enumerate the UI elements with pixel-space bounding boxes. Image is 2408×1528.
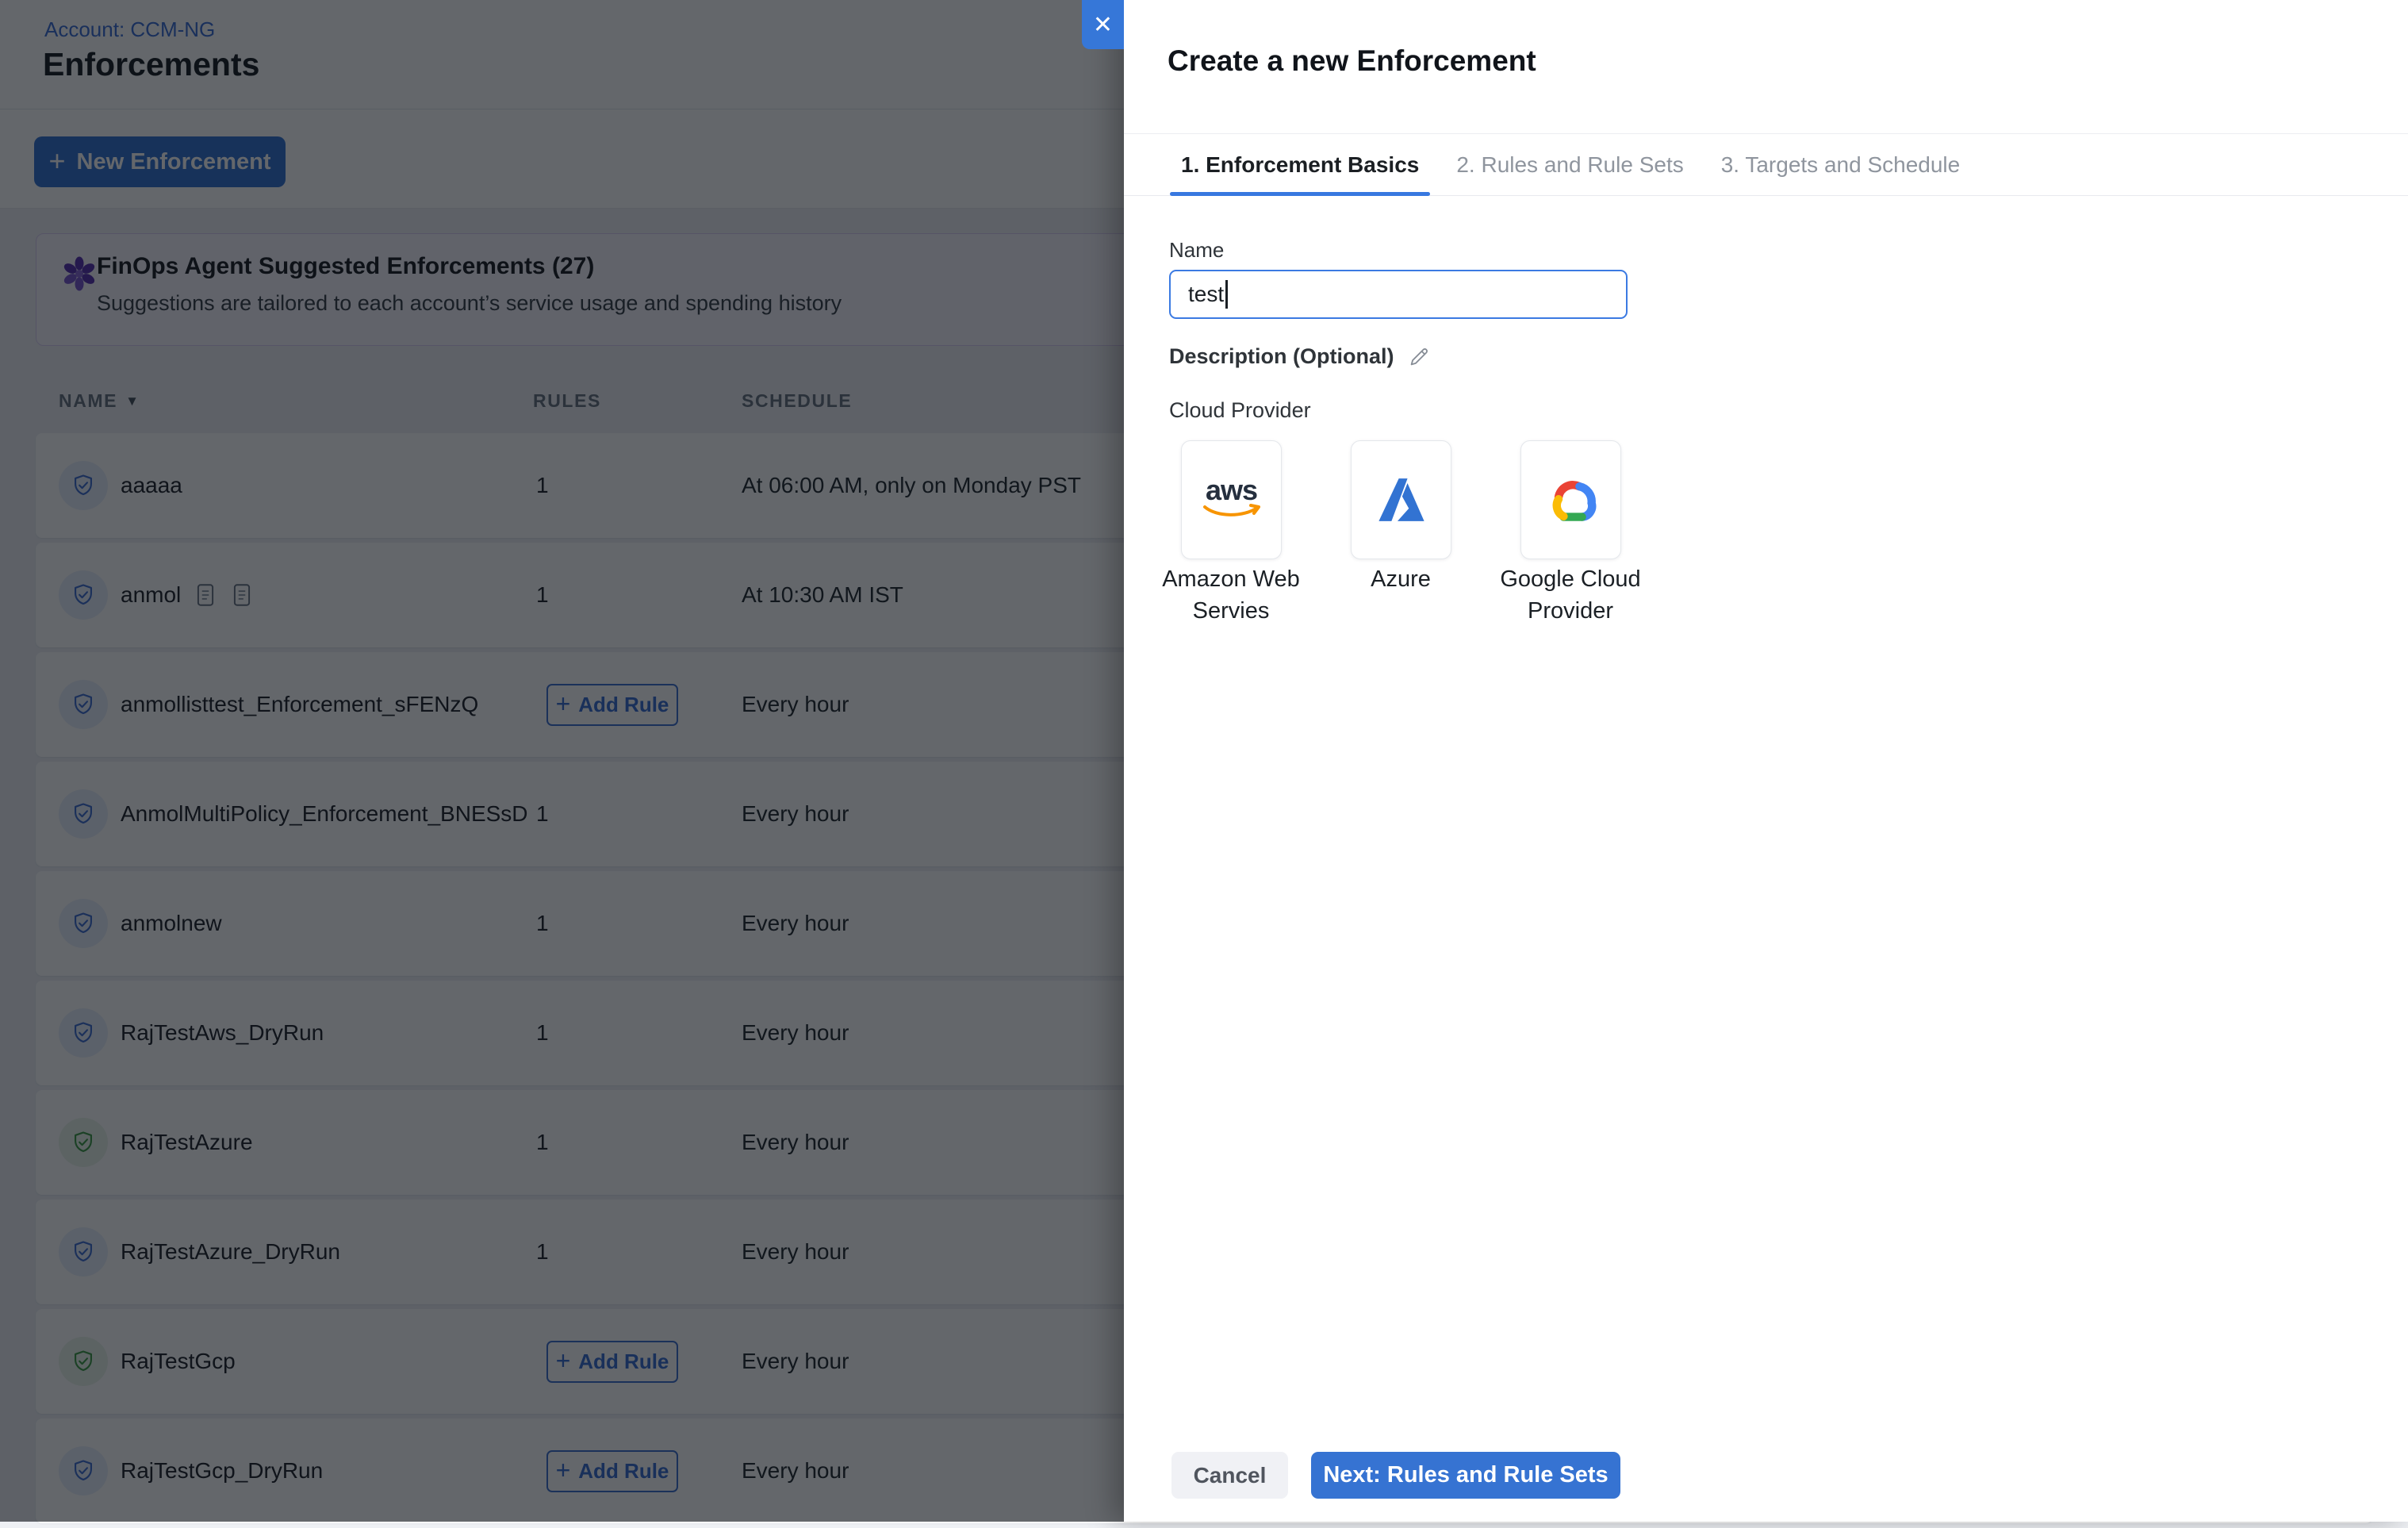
create-enforcement-drawer: ✕ Create a new Enforcement 1. Enforcemen… bbox=[1124, 0, 2408, 1522]
aws-logo-icon: aws bbox=[1201, 478, 1263, 522]
provider-label-gcp: Google Cloud Provider bbox=[1475, 563, 1666, 627]
close-icon: ✕ bbox=[1093, 11, 1113, 39]
provider-label-azure: Azure bbox=[1306, 563, 1496, 595]
cloud-provider-label: Cloud Provider bbox=[1169, 398, 1311, 423]
name-input[interactable]: test bbox=[1169, 270, 1628, 319]
wizard-tabs: 1. Enforcement Basics 2. Rules and Rule … bbox=[1124, 133, 2408, 196]
provider-card-gcp[interactable] bbox=[1520, 440, 1621, 559]
drawer-title: Create a new Enforcement bbox=[1168, 44, 1536, 78]
description-label: Description (Optional) bbox=[1169, 344, 1394, 369]
tab-targets-and-schedule[interactable]: 3. Targets and Schedule bbox=[1710, 134, 1971, 195]
azure-logo-icon bbox=[1372, 473, 1431, 527]
name-input-value: test bbox=[1188, 282, 1224, 307]
close-button[interactable]: ✕ bbox=[1082, 0, 1124, 49]
name-label: Name bbox=[1169, 238, 1224, 263]
provider-card-aws[interactable]: aws bbox=[1181, 440, 1282, 559]
provider-card-azure[interactable] bbox=[1351, 440, 1451, 559]
provider-label-aws: Amazon Web Servies bbox=[1136, 563, 1326, 627]
text-caret bbox=[1225, 280, 1228, 309]
tab-enforcement-basics[interactable]: 1. Enforcement Basics bbox=[1170, 134, 1430, 195]
next-button[interactable]: Next: Rules and Rule Sets bbox=[1311, 1452, 1620, 1499]
tab-rules-and-rule-sets[interactable]: 2. Rules and Rule Sets bbox=[1445, 134, 1694, 195]
edit-description-icon[interactable] bbox=[1407, 345, 1431, 369]
gcp-logo-icon bbox=[1540, 474, 1603, 525]
cancel-button[interactable]: Cancel bbox=[1171, 1452, 1288, 1499]
